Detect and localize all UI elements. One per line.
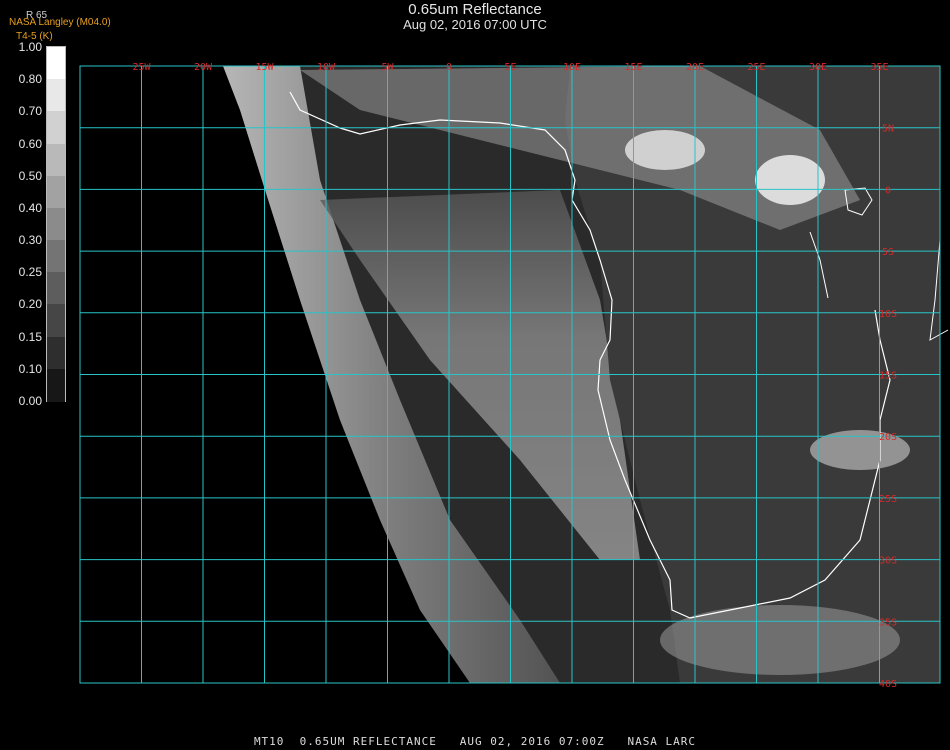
longitude-label: 30E [809, 62, 827, 73]
longitude-label: 0 [446, 62, 452, 73]
longitude-label: 15W [255, 62, 274, 73]
convective-cloud-2 [755, 155, 825, 205]
convective-cloud-1 [625, 130, 705, 170]
latitude-label: 5N [882, 124, 894, 135]
latitude-label: 40S [879, 679, 897, 690]
latitude-label: 5S [882, 247, 894, 258]
latitude-label: 15S [879, 371, 897, 382]
longitude-label: 5W [381, 62, 394, 73]
latitude-label: 20S [879, 432, 897, 443]
longitude-label: 10E [563, 62, 581, 73]
longitude-label: 25W [132, 62, 151, 73]
footer-text: MT10 0.65UM REFLECTANCE AUG 02, 2016 07:… [253, 735, 697, 748]
longitude-label: 20W [194, 62, 213, 73]
latitude-label: 25S [879, 494, 897, 505]
frontal-cloud [660, 605, 900, 675]
longitude-label: 20E [686, 62, 704, 73]
longitude-label: 10W [317, 62, 336, 73]
latitude-label: 10S [879, 309, 897, 320]
longitude-label: 25E [747, 62, 765, 73]
longitude-label: 5E [504, 62, 516, 73]
latitude-label: 30S [879, 556, 897, 567]
longitude-label: 15E [624, 62, 642, 73]
latitude-label: 0 [885, 185, 891, 196]
latitude-label: 35S [879, 617, 897, 628]
satellite-map: 25W 20W 15W 10W 5W 0 5E 10E 15E 20E 25E 30E 35E 5N 0 5S… [79, 62, 949, 690]
longitude-label: 35E [870, 62, 888, 73]
